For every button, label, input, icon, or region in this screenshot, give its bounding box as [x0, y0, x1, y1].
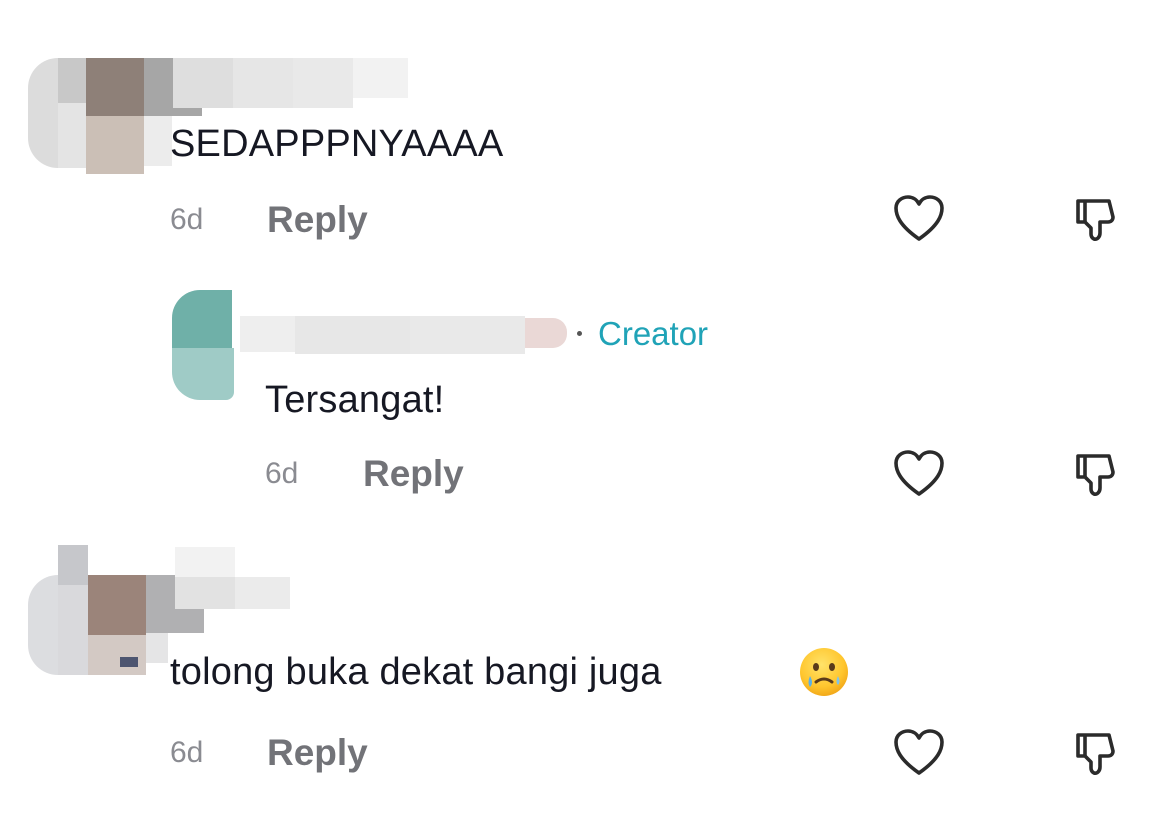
comment-text: Tersangat!: [265, 379, 445, 421]
heart-outline-icon[interactable]: [893, 729, 945, 777]
username[interactable]: [175, 547, 295, 613]
avatar[interactable]: [28, 545, 204, 680]
thumbs-down-outline-icon[interactable]: [1075, 731, 1121, 777]
creator-badge: Creator: [598, 315, 709, 352]
reply-button[interactable]: Reply: [363, 454, 464, 494]
heart-outline-icon[interactable]: [893, 450, 945, 498]
avatar[interactable]: [28, 40, 202, 175]
holding-back-tears-emoji: [800, 648, 848, 696]
comment-timestamp: 6d: [170, 736, 204, 769]
separator-dot: [577, 331, 582, 336]
reply-button[interactable]: Reply: [267, 733, 368, 773]
thumbs-down-outline-icon[interactable]: [1075, 452, 1121, 498]
comment-text: SEDAPPPNYAAAA: [170, 123, 504, 165]
comment-text-body: tolong buka dekat bangi juga: [170, 651, 662, 693]
heart-outline-icon[interactable]: [893, 195, 945, 243]
reply-button[interactable]: Reply: [267, 200, 368, 240]
username[interactable]: [173, 58, 413, 110]
comment-text: tolong buka dekat bangi juga: [170, 650, 662, 694]
avatar[interactable]: [172, 290, 238, 402]
comment-timestamp: 6d: [265, 457, 299, 490]
thumbs-down-outline-icon[interactable]: [1075, 197, 1121, 243]
comment-timestamp: 6d: [170, 203, 204, 236]
username[interactable]: [240, 312, 575, 358]
